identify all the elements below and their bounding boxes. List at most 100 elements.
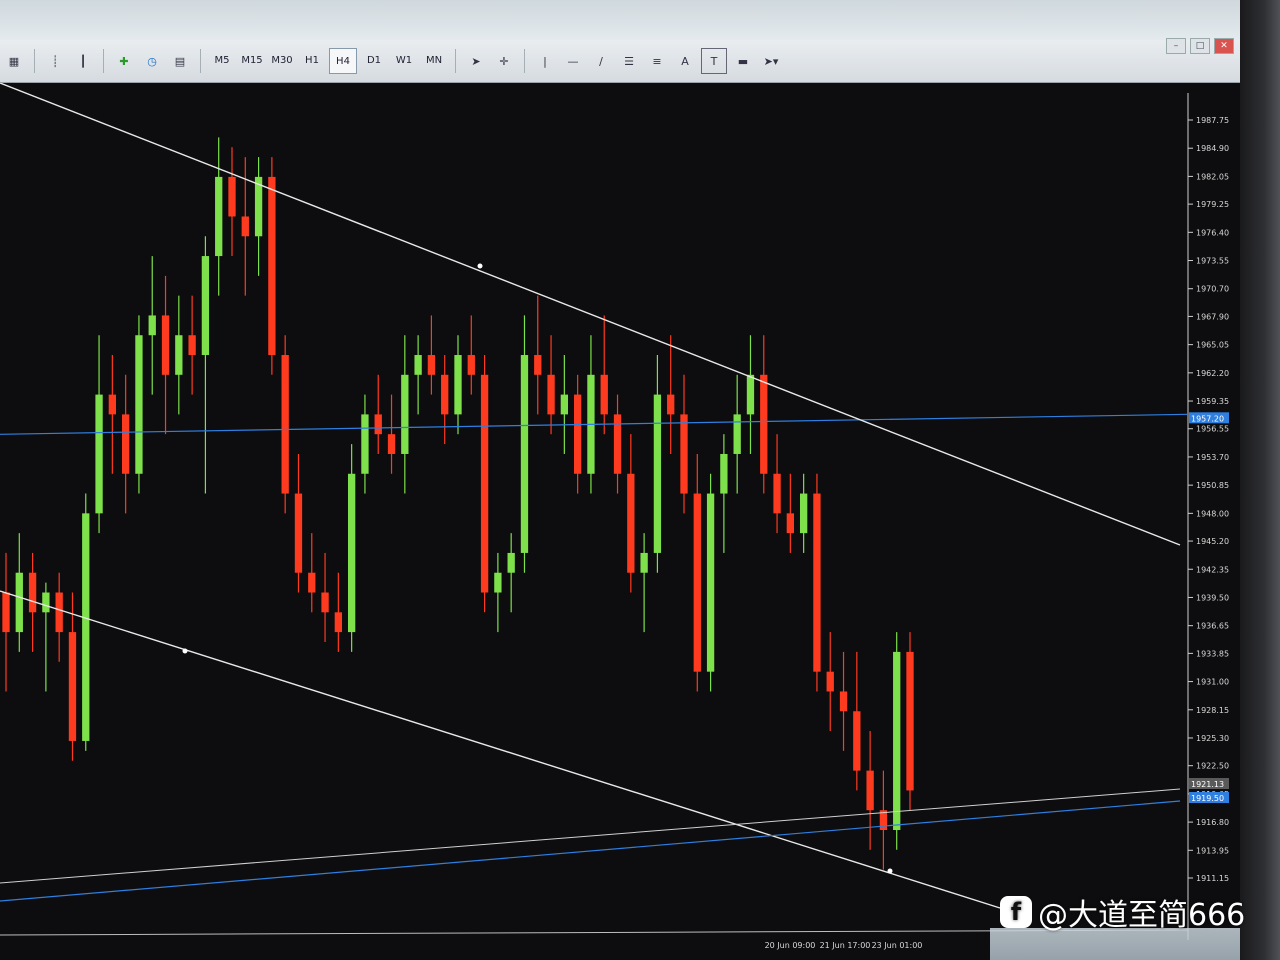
toolbar-separator bbox=[103, 49, 104, 73]
timeframe-h1-button[interactable]: H1 bbox=[299, 48, 325, 72]
bear-candle bbox=[467, 355, 475, 375]
timeframe-m30-button[interactable]: M30 bbox=[269, 48, 295, 72]
bull-candle bbox=[135, 335, 143, 474]
bear-candle bbox=[839, 691, 848, 712]
horizontal-line-icon[interactable]: — bbox=[561, 49, 585, 73]
templates-icon[interactable]: ▤ bbox=[168, 49, 192, 73]
bear-candle bbox=[228, 176, 236, 217]
text-tool[interactable]: A bbox=[673, 49, 697, 73]
bull-candle bbox=[148, 315, 156, 336]
toolbar-separator bbox=[34, 49, 35, 73]
restore-window-button[interactable]: □ bbox=[1190, 38, 1210, 54]
x-tick-label: 21 Jun 17:00 bbox=[820, 941, 871, 950]
trendline-anchor bbox=[477, 263, 483, 269]
x-tick-label: 23 Jun 01:00 bbox=[872, 941, 923, 950]
y-tick-label: 1984.90 bbox=[1196, 144, 1229, 153]
equidistant-channel-icon[interactable]: ☰ bbox=[617, 49, 641, 73]
chart-area[interactable]: 1987.75 1984.90 1982.05 1979.25 1976.40 1973.… bbox=[0, 83, 1240, 960]
y-tick-label: 1973.55 bbox=[1196, 257, 1229, 266]
bull-candle bbox=[706, 493, 715, 672]
add-indicator-icon[interactable]: ✚ bbox=[112, 49, 136, 73]
bull-candle bbox=[733, 414, 741, 454]
y-tick-label: 1911.15 bbox=[1196, 874, 1229, 883]
bear-candle bbox=[826, 671, 834, 692]
bear-candle bbox=[321, 592, 329, 613]
bear-candle bbox=[427, 355, 436, 375]
bear-candle bbox=[294, 493, 303, 573]
y-tick-label: 1933.85 bbox=[1196, 649, 1229, 658]
monitor-bezel bbox=[1240, 0, 1280, 960]
y-tick-label: 1967.90 bbox=[1196, 312, 1229, 321]
window-top-strip bbox=[0, 0, 1240, 40]
trendline-icon[interactable]: ∕ bbox=[589, 49, 613, 73]
lower-trendline bbox=[0, 590, 1001, 909]
bear-candle bbox=[68, 632, 77, 741]
bull-candle bbox=[560, 394, 569, 415]
y-tick-label: 1970.70 bbox=[1196, 285, 1229, 294]
y-tick-label: 1987.75 bbox=[1196, 116, 1229, 125]
periods-clock-icon[interactable]: ◷ bbox=[140, 49, 164, 73]
bull-candle bbox=[494, 572, 502, 593]
arrows-icon[interactable]: ➤▾ bbox=[759, 49, 783, 73]
bull-candle bbox=[401, 374, 409, 454]
x-tick-label: 20 Jun 09:00 bbox=[765, 941, 816, 950]
timeframe-d1-button[interactable]: D1 bbox=[361, 48, 387, 72]
timeframe-w1-button[interactable]: W1 bbox=[391, 48, 417, 72]
bear-candle bbox=[268, 176, 276, 356]
profiles-icon[interactable]: ▦ bbox=[2, 49, 26, 73]
rectangle-label-icon[interactable]: ▬ bbox=[731, 49, 755, 73]
bull-candle bbox=[414, 355, 422, 375]
watermark-text: @大道至简666 bbox=[1038, 898, 1246, 933]
vertical-line-icon[interactable]: | bbox=[533, 49, 557, 73]
bull-candle bbox=[507, 552, 515, 573]
price-tag-label: 1957.20 bbox=[1191, 414, 1224, 423]
bear-candle bbox=[2, 592, 10, 633]
timeframe-m15-button[interactable]: M15 bbox=[239, 48, 265, 72]
y-tick-label: 1939.50 bbox=[1196, 593, 1229, 602]
bear-candle bbox=[308, 572, 316, 593]
bull-candle bbox=[520, 355, 529, 553]
candlestick-icon[interactable]: ┃ bbox=[71, 49, 95, 73]
fibonacci-icon[interactable]: ≡ bbox=[645, 49, 669, 73]
bull-candle bbox=[746, 374, 755, 415]
timeframe-h4-button[interactable]: H4 bbox=[329, 48, 357, 74]
y-tick-label: 1925.30 bbox=[1196, 734, 1229, 743]
bull-candle bbox=[454, 355, 462, 415]
y-tick-label: 1956.55 bbox=[1196, 425, 1229, 434]
bar-chart-icon[interactable]: ┊ bbox=[43, 49, 67, 73]
bear-candle bbox=[334, 612, 343, 633]
toolbar-separator bbox=[455, 49, 456, 73]
bear-candle bbox=[387, 434, 396, 454]
bull-candle bbox=[653, 394, 662, 553]
timeframe-mn-button[interactable]: MN bbox=[421, 48, 447, 72]
bear-candle bbox=[188, 335, 196, 356]
bear-candle bbox=[667, 394, 675, 415]
bull-candle bbox=[95, 394, 103, 514]
minimize-window-button[interactable]: – bbox=[1166, 38, 1186, 54]
bear-candle bbox=[441, 374, 449, 415]
y-tick-label: 1945.20 bbox=[1196, 537, 1229, 546]
y-tick-label: 1942.35 bbox=[1196, 565, 1229, 574]
y-tick-label: 1948.00 bbox=[1196, 509, 1229, 518]
bull-candle bbox=[640, 552, 648, 573]
y-tick-label: 1962.20 bbox=[1196, 369, 1229, 378]
y-tick-label: 1931.00 bbox=[1196, 678, 1229, 687]
toolbar-separator bbox=[200, 49, 201, 73]
bull-candle bbox=[201, 256, 210, 356]
bear-candle bbox=[28, 572, 37, 613]
bear-candle bbox=[813, 493, 821, 672]
close-window-button[interactable]: ✕ bbox=[1214, 38, 1234, 54]
price-chart: 1987.75 1984.90 1982.05 1979.25 1976.40 1973.… bbox=[0, 83, 1229, 950]
timeframe-m5-button[interactable]: M5 bbox=[209, 48, 235, 72]
bear-candle bbox=[547, 374, 555, 415]
bear-candle bbox=[534, 355, 542, 375]
text-label-tool[interactable]: T bbox=[701, 48, 727, 74]
watermark: f @大道至简666 bbox=[1000, 892, 1246, 933]
crosshair-icon[interactable]: ✛ bbox=[492, 49, 516, 73]
bear-candle bbox=[161, 315, 170, 375]
y-tick-label: 1959.35 bbox=[1196, 397, 1229, 406]
cursor-icon[interactable]: ➤ bbox=[464, 49, 488, 73]
bull-candle bbox=[15, 572, 23, 633]
bear-candle bbox=[853, 711, 861, 771]
y-tick-label: 1913.95 bbox=[1196, 846, 1229, 855]
